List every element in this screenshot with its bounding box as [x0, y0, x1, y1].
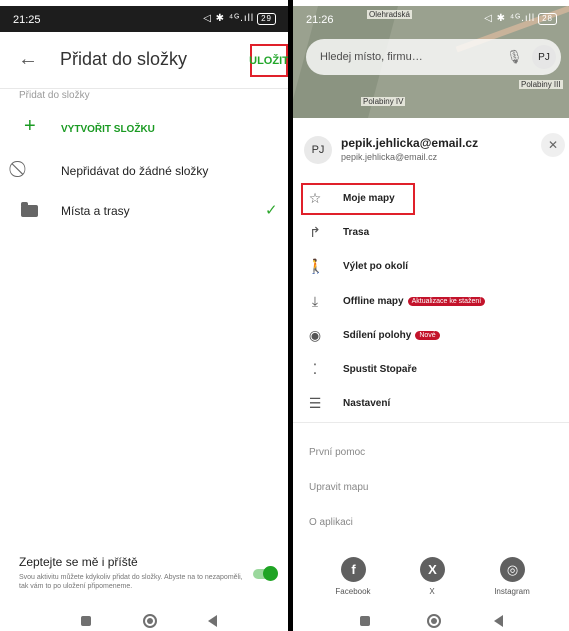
menu-item-trasa[interactable]: ↱ Trasa — [293, 216, 569, 250]
status-time: 21:25 — [13, 14, 41, 26]
account-email-sub: pepik.jehlicka@email.cz — [341, 152, 438, 162]
folder-label: Místa a trasy — [61, 204, 130, 218]
status-icons: ◁ ✱ ⁴ᴳ.ıll 28 — [484, 13, 557, 25]
folder-row[interactable]: Místa a trasy ✓ — [0, 191, 288, 231]
ask-toggle-knob[interactable] — [263, 566, 278, 581]
x-icon[interactable]: X — [420, 557, 445, 582]
status-bar: 21:26 ◁ ✱ ⁴ᴳ.ıll 28 — [293, 6, 569, 32]
no-folder-row[interactable]: ⃠ Nepřidávat do žádné složky — [0, 151, 288, 191]
download-icon: ⤓ — [311, 293, 319, 309]
menu-item-nastaveni[interactable]: ☰ Nastavení — [293, 387, 569, 421]
new-badge: Nové — [415, 331, 440, 340]
status-icons: ◁ ✱ ⁴ᴳ.ıll 29 — [203, 13, 276, 25]
footprints-icon: ⁚ — [312, 361, 318, 377]
nav-bar — [0, 612, 288, 631]
menu-label: Offline mapy Aktualizace ke stažení — [343, 296, 486, 307]
menu-label: Výlet po okolí — [343, 261, 409, 272]
hiker-icon: 🚶 — [307, 258, 325, 274]
x-label: X — [429, 587, 435, 596]
link-first-aid[interactable]: První pomoc — [309, 447, 365, 458]
ask-title: Zeptejte se mě i příště — [19, 555, 138, 569]
instagram-label: Instagram — [494, 587, 530, 596]
account-avatar: PJ — [304, 136, 332, 164]
menu-label: Trasa — [343, 227, 370, 238]
instagram-icon[interactable]: ◎ — [500, 557, 525, 582]
recents-button[interactable] — [360, 616, 370, 626]
nav-bar — [293, 612, 569, 631]
offline-label: Offline mapy — [343, 296, 404, 307]
highlight-box — [301, 183, 415, 215]
share-label: Sdílení polohy — [343, 330, 412, 341]
microphone-icon[interactable]: 🎙 — [506, 49, 523, 65]
link-edit-map[interactable]: Upravit mapu — [309, 482, 368, 493]
right-screen: Olehradská Polabiny IV Polabiny III 21:2… — [293, 6, 569, 631]
save-button[interactable]: ULOŽIT — [249, 44, 288, 77]
menu-label: Nastavení — [343, 398, 391, 409]
home-button[interactable] — [143, 614, 157, 628]
back-arrow-icon[interactable]: ← — [18, 48, 38, 71]
recents-button[interactable] — [81, 616, 91, 626]
map-label: Polabiny III — [519, 80, 563, 89]
close-icon[interactable]: ✕ — [541, 133, 565, 157]
menu-label: Sdílení polohy Nové — [343, 330, 440, 341]
link-about[interactable]: O aplikaci — [309, 517, 353, 528]
share-location-icon: ◉ — [308, 327, 322, 343]
page-title: Přidat do složky — [60, 49, 188, 69]
route-icon: ↱ — [309, 224, 321, 240]
home-button[interactable] — [427, 614, 441, 628]
facebook-icon[interactable]: f — [341, 557, 366, 582]
section-label: Přidat do složky — [19, 90, 90, 101]
avatar[interactable]: PJ — [532, 45, 556, 69]
create-folder-label: VYTVOŘIT SLOŽKU — [61, 124, 155, 135]
account-menu-sheet: PJ pepik.jehlicka@email.cz pepik.jehlick… — [293, 120, 569, 631]
settings-sliders-icon: ☰ — [308, 395, 322, 411]
app-bar: ← Přidat do složky ULOŽIT — [0, 32, 288, 89]
map-label: Polabiny IV — [361, 97, 406, 106]
update-badge: Aktualizace ke stažení — [407, 297, 486, 306]
search-bar[interactable]: Hledej místo, firmu… 🎙 PJ — [306, 39, 561, 75]
plus-icon: + — [24, 115, 36, 137]
search-input[interactable]: Hledej místo, firmu… — [320, 51, 423, 63]
status-icon-glyphs: ◁ ✱ ⁴ᴳ.ıll — [484, 13, 536, 24]
checkmark-icon: ✓ — [265, 202, 278, 219]
status-icon-glyphs: ◁ ✱ ⁴ᴳ.ıll — [203, 13, 255, 24]
nav-back-button[interactable] — [494, 615, 503, 627]
create-folder-row[interactable]: + VYTVOŘIT SLOŽKU — [0, 109, 288, 149]
no-folder-label: Nepřidávat do žádné složky — [61, 164, 209, 178]
left-screen: 21:25 ◁ ✱ ⁴ᴳ.ıll 29 ← Přidat do složky UL… — [0, 6, 288, 631]
account-email: pepik.jehlicka@email.cz — [341, 136, 479, 150]
menu-item-sdileni-polohy[interactable]: ◉ Sdílení polohy Nové — [293, 319, 569, 353]
status-bar: 21:25 ◁ ✱ ⁴ᴳ.ıll 29 — [0, 6, 288, 32]
menu-item-stopare[interactable]: ⁚ Spustit Stopaře — [293, 353, 569, 387]
status-time: 21:26 — [306, 14, 334, 26]
folder-icon — [21, 202, 38, 217]
battery-icon: 28 — [538, 13, 557, 25]
nav-back-button[interactable] — [208, 615, 217, 627]
facebook-label: Facebook — [335, 587, 371, 596]
menu-item-vylet[interactable]: 🚶 Výlet po okolí — [293, 250, 569, 284]
menu-label: Spustit Stopaře — [343, 364, 417, 375]
ask-description: Svou aktivitu můžete kdykoliv přidat do … — [19, 574, 243, 590]
battery-icon: 29 — [257, 13, 276, 25]
menu-item-offline-mapy[interactable]: ⤓ Offline mapy Aktualizace ke stažení — [293, 285, 569, 319]
divider — [293, 422, 569, 423]
